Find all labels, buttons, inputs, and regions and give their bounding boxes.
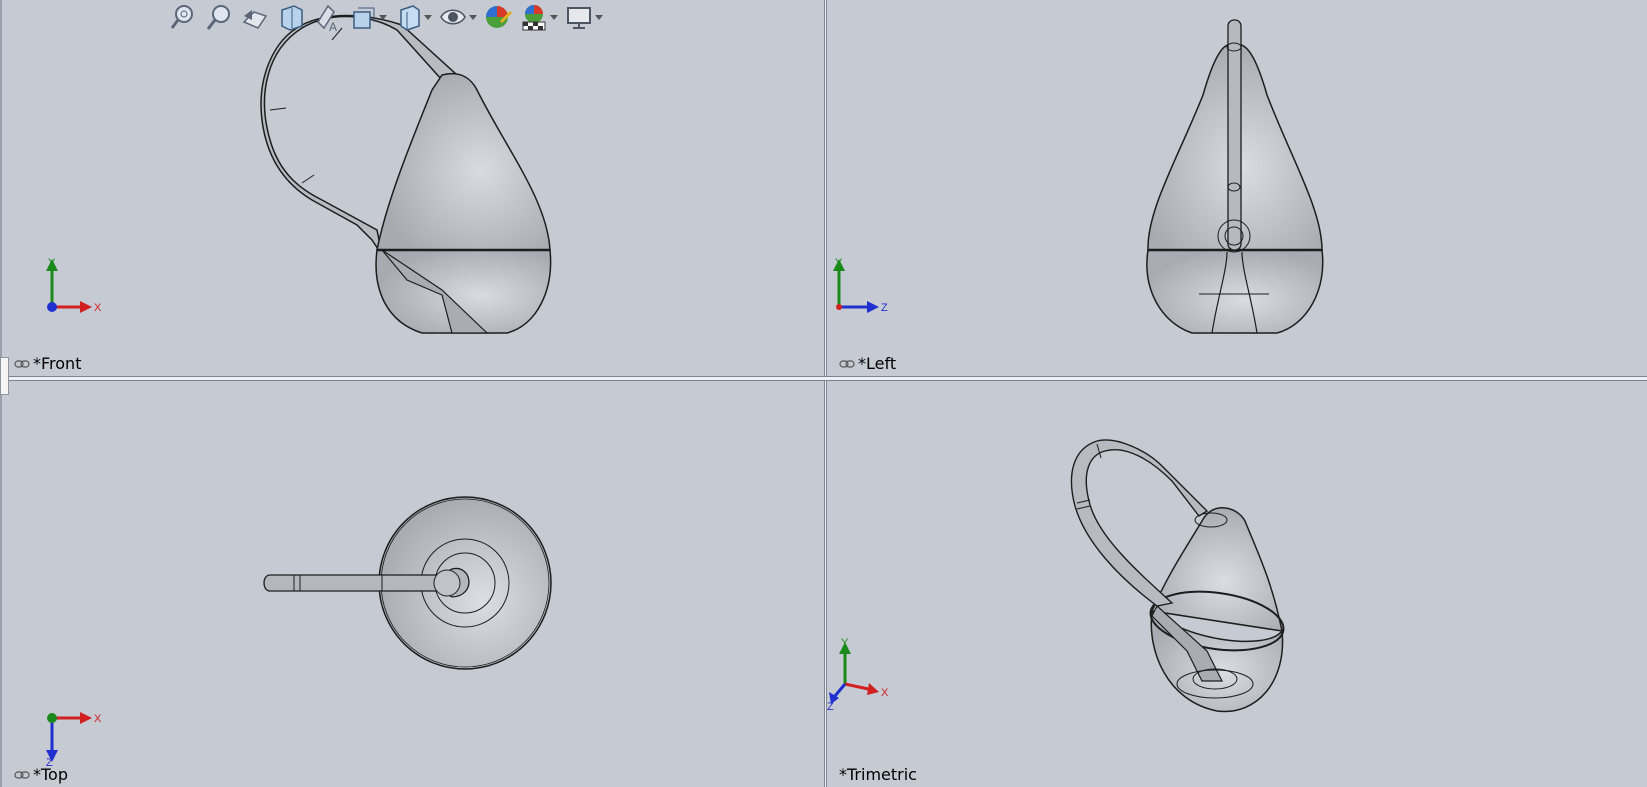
triad-label-z: Z	[881, 302, 888, 314]
model-top-view	[263, 496, 552, 670]
view-label-left: *Left	[839, 354, 896, 373]
triad-label-y: Y	[48, 257, 56, 269]
view-settings-icon[interactable]	[564, 2, 594, 32]
svg-text:A: A	[329, 20, 337, 32]
axis-triad-trimetric: Y X Z	[827, 637, 889, 711]
chevron-down-icon[interactable]	[423, 2, 432, 32]
viewport-left[interactable]: Y Z *Left	[827, 0, 1647, 376]
axis-triad-front: Y X	[46, 257, 102, 314]
viewport-front[interactable]: Y X *Front	[2, 0, 824, 376]
previous-view-icon[interactable]	[240, 2, 270, 32]
link-views-icon	[14, 359, 30, 368]
view-name: *Front	[33, 354, 82, 373]
link-views-icon	[14, 770, 30, 779]
viewport-horizontal-splitter[interactable]	[0, 376, 1647, 381]
edit-appearance-icon[interactable]	[483, 2, 513, 32]
viewport-trimetric[interactable]: Y X Z *Trimetric	[827, 381, 1647, 787]
viewport-top[interactable]: X Z *Top	[2, 381, 824, 787]
chevron-down-icon[interactable]	[468, 2, 477, 32]
display-style-icon[interactable]	[348, 2, 378, 32]
eye-icon[interactable]	[438, 2, 468, 32]
apply-scene-icon[interactable]	[519, 2, 549, 32]
link-views-icon	[839, 359, 855, 368]
view-label-trimetric: *Trimetric	[839, 765, 917, 784]
chevron-down-icon[interactable]	[378, 2, 387, 32]
model-left-view	[1146, 19, 1324, 334]
chevron-down-icon[interactable]	[549, 2, 558, 32]
triad-label-x: X	[94, 713, 102, 725]
triad-label-y: Y	[841, 637, 849, 649]
view-label-top: *Top	[14, 765, 68, 784]
hide-show-items-icon[interactable]	[393, 2, 423, 32]
model-front-view	[260, 14, 552, 334]
triad-label-x: X	[94, 302, 102, 314]
view-name: *Top	[33, 765, 68, 784]
view-label-front: *Front	[14, 354, 81, 373]
triad-label-x: X	[881, 687, 889, 699]
triad-label-y: Y	[835, 257, 843, 269]
model-trimetric-view	[1070, 439, 1285, 713]
viewport-vertical-splitter[interactable]	[824, 0, 827, 787]
view-orientation-icon[interactable]: A	[312, 2, 342, 32]
triad-label-z: Z	[827, 701, 834, 711]
chevron-down-icon[interactable]	[594, 2, 603, 32]
axis-triad-top: X Z	[46, 712, 102, 766]
zoom-to-fit-icon[interactable]	[168, 2, 198, 32]
axis-triad-left: Y Z	[833, 257, 888, 314]
view-name: *Trimetric	[839, 765, 917, 784]
panel-collapse-tab[interactable]	[0, 357, 9, 395]
section-view-icon[interactable]	[276, 2, 306, 32]
zoom-to-area-icon[interactable]	[204, 2, 234, 32]
heads-up-view-toolbar: A	[168, 0, 609, 34]
view-name: *Left	[858, 354, 897, 373]
